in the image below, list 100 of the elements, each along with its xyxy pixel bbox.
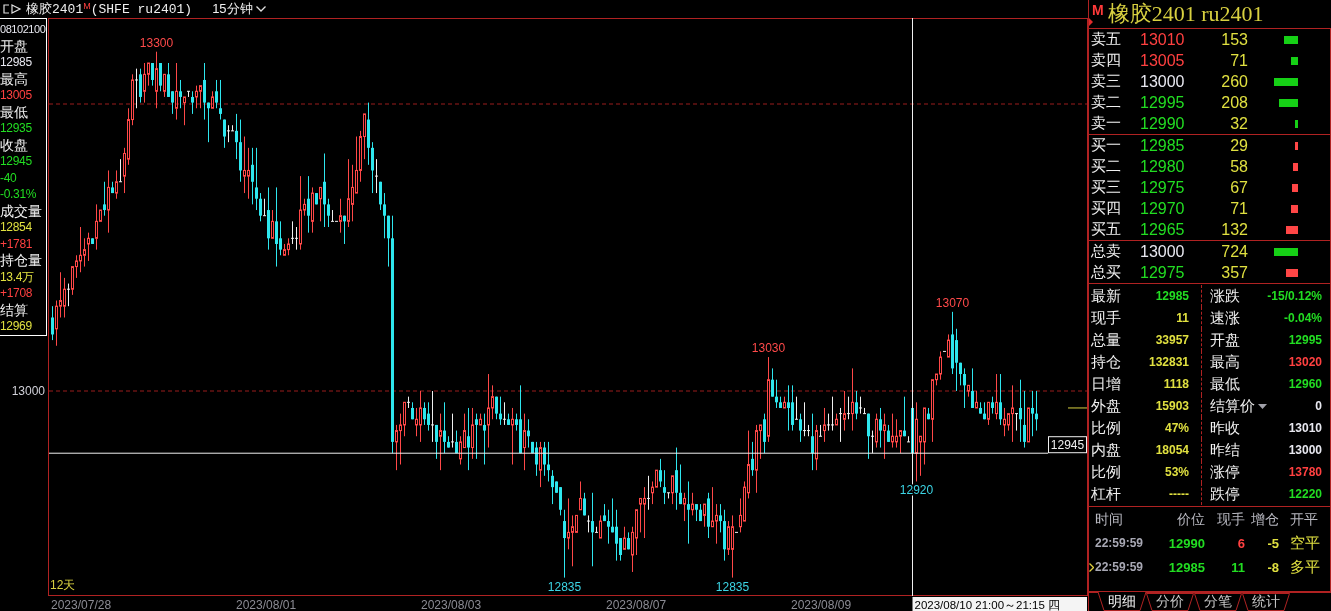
order-price: 13000 — [1140, 72, 1185, 91]
order-quantity: 357 — [1221, 263, 1248, 282]
stat-value: 0 — [1315, 399, 1322, 413]
trade-action: 多平 — [1290, 557, 1320, 577]
axis-label: 2023/08/09 — [791, 598, 852, 611]
order-level-label: 买一 — [1091, 136, 1121, 155]
panel-tab[interactable]: 统计 — [1242, 593, 1290, 611]
order-quantity: 71 — [1230, 51, 1248, 70]
stat-value: 12995 — [1288, 333, 1322, 347]
order-price: 13005 — [1140, 51, 1185, 70]
last-price-marker — [1067, 407, 1088, 409]
order-quantity: 208 — [1221, 93, 1248, 112]
info-label: 持仓量 — [0, 252, 42, 269]
stat-value: 15903 — [1155, 399, 1189, 413]
stat-value: 18054 — [1155, 443, 1189, 457]
order-quantity: 58 — [1230, 157, 1248, 176]
order-level-label: 买五 — [1091, 220, 1121, 239]
stat-label: 最高 — [1210, 352, 1240, 372]
axis-label: 2023/08/03 — [421, 598, 482, 611]
bracket-arrow-icon[interactable] — [2, 4, 22, 14]
order-price: 12975 — [1140, 178, 1185, 197]
info-value: 13005 — [0, 87, 32, 104]
stat-value: 1118 — [1163, 377, 1189, 391]
period-dropdown[interactable]: 15分钟 — [210, 0, 268, 18]
order-price: 12965 — [1140, 220, 1185, 239]
stat-value: 47% — [1164, 421, 1189, 435]
info-value: +1708 — [0, 285, 33, 302]
info-value: 13.4万 — [0, 268, 34, 285]
trade-volume: 6 — [1237, 535, 1245, 551]
order-quantity: 32 — [1230, 114, 1248, 133]
panel-tab[interactable]: 明细 — [1098, 592, 1146, 611]
price-extreme-label: 13070 — [935, 295, 970, 310]
price-extreme-label: 12835 — [715, 579, 750, 594]
info-value: 12854 — [0, 219, 32, 236]
order-level-label: 卖五 — [1091, 30, 1121, 49]
trade-volume: 11 — [1231, 559, 1245, 575]
stat-label: 杠杆 — [1091, 484, 1121, 504]
corner-triangle-icon — [1089, 18, 1093, 26]
crosshair-price-label: 12945 — [1048, 436, 1087, 454]
stat-value: 13000 — [1288, 443, 1322, 457]
stat-value: -15/0.12% — [1267, 289, 1322, 303]
stat-value: 53% — [1164, 465, 1189, 479]
order-level-label: 卖一 — [1091, 114, 1121, 133]
stat-label: 最低 — [1210, 374, 1240, 394]
info-value: 12935 — [0, 120, 32, 137]
order-level-label: 卖四 — [1091, 51, 1121, 70]
stat-label: 昨收 — [1210, 418, 1240, 438]
stat-label: 比例 — [1091, 462, 1121, 482]
chevron-down-icon — [255, 6, 266, 12]
order-quantity: 724 — [1221, 242, 1248, 261]
price-extreme-label: 13300 — [139, 35, 174, 50]
order-quantity: 260 — [1221, 72, 1248, 91]
axis-label: 2023/07/28 — [51, 598, 112, 611]
stat-label: 涨跌 — [1210, 286, 1240, 306]
stat-value: 13020 — [1288, 355, 1322, 369]
trade-action: 空平 — [1290, 533, 1320, 553]
order-quantity: 29 — [1230, 136, 1248, 155]
dropdown-triangle-icon[interactable] — [1258, 403, 1267, 409]
stat-value: 33957 — [1155, 333, 1189, 347]
stat-value: 12960 — [1288, 377, 1322, 391]
stat-label: 比例 — [1091, 418, 1121, 438]
trade-time: 22:59:59 — [1095, 560, 1144, 574]
order-quantity: 71 — [1230, 199, 1248, 218]
range-label: 12天 — [50, 578, 76, 592]
panel-tab[interactable]: 分笔 — [1194, 593, 1242, 611]
stat-value: 12985 — [1155, 289, 1189, 303]
instrument-title: 橡胶2401 ru2401 — [1107, 0, 1264, 27]
info-label: 开盘 — [0, 37, 28, 54]
order-quantity: 67 — [1230, 178, 1248, 197]
stat-value: 13780 — [1288, 465, 1322, 479]
info-label: 最低 — [0, 103, 28, 120]
stat-label: 日增 — [1091, 374, 1121, 394]
order-level-label: 卖三 — [1091, 72, 1121, 91]
axis-label: 13000 — [11, 384, 45, 398]
stat-label: 涨停 — [1210, 462, 1240, 482]
stat-label: 最新 — [1091, 286, 1121, 306]
order-level-label: 总卖 — [1091, 242, 1121, 261]
order-price: 12970 — [1140, 199, 1185, 218]
order-price: 12990 — [1140, 114, 1185, 133]
info-label: 成交量 — [0, 202, 42, 219]
stat-value: 132831 — [1148, 355, 1189, 369]
order-level-label: 总买 — [1091, 263, 1121, 282]
price-extreme-label: 13030 — [751, 341, 786, 356]
info-label: 结算 — [0, 301, 28, 318]
stat-label: 昨结 — [1210, 440, 1240, 460]
info-label: 最高 — [0, 70, 28, 87]
stat-label: 开盘 — [1210, 330, 1240, 350]
stat-value: 12220 — [1288, 487, 1322, 501]
info-value: 12969 — [0, 318, 32, 335]
trade-oi-change: -5 — [1267, 535, 1279, 551]
column-header: 开平 — [1290, 511, 1318, 529]
column-header: 现手 — [1217, 511, 1245, 529]
order-level-label: 买二 — [1091, 157, 1121, 176]
order-quantity: 153 — [1221, 30, 1248, 49]
panel-tab[interactable]: 分价 — [1146, 593, 1194, 611]
stat-label: 外盘 — [1091, 396, 1121, 416]
order-level-label: 买三 — [1091, 178, 1121, 197]
stat-label: 持仓 — [1091, 352, 1121, 372]
stat-label: 内盘 — [1091, 440, 1121, 460]
stat-label: 结算价 — [1210, 396, 1255, 416]
